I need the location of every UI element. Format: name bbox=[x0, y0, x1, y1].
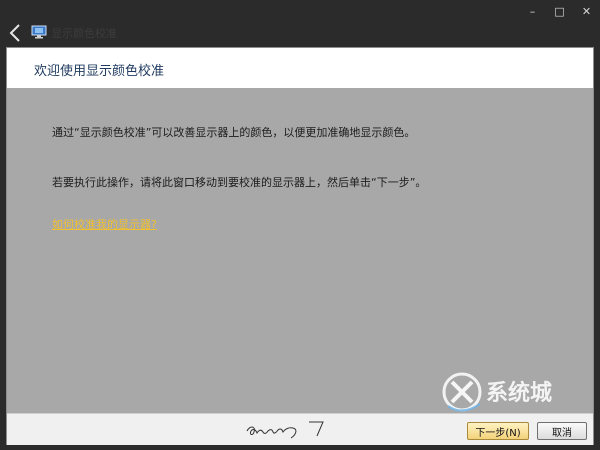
brand-watermark-logo: 系统城 bbox=[442, 372, 552, 412]
intro-text: 通过“显示颜色校准”可以改善显示器上的颜色，以便更加准确地显示颜色。 bbox=[52, 126, 416, 139]
window-controls: – □ ✕ bbox=[519, 0, 600, 22]
nav-title: 显示颜色校准 bbox=[51, 27, 117, 40]
page-title: 欢迎使用显示颜色校准 bbox=[34, 64, 165, 79]
svg-text:系统城: 系统城 bbox=[486, 380, 552, 406]
instruction-text: 若要执行此操作，请将此窗口移动到要校准的显示器上，然后单击“下一步”。 bbox=[52, 176, 427, 189]
maximize-button[interactable]: □ bbox=[546, 0, 573, 22]
cancel-button[interactable]: 取消 bbox=[537, 422, 587, 440]
monitor-icon bbox=[31, 25, 47, 39]
close-button[interactable]: ✕ bbox=[573, 0, 600, 22]
wizard-header: 欢迎使用显示颜色校准 bbox=[7, 48, 593, 89]
next-button[interactable]: 下一步(N) bbox=[467, 422, 529, 440]
help-link[interactable]: 如何校准我的显示器? bbox=[52, 216, 157, 232]
minimize-button[interactable]: – bbox=[519, 0, 546, 22]
back-arrow-icon bbox=[9, 24, 20, 42]
nav-bar: 显示颜色校准 bbox=[0, 20, 600, 46]
signature-watermark bbox=[246, 421, 324, 439]
wizard-content: 通过“显示颜色校准”可以改善显示器上的颜色，以便更加准确地显示颜色。 若要执行此… bbox=[7, 88, 593, 413]
back-button[interactable] bbox=[6, 23, 24, 43]
